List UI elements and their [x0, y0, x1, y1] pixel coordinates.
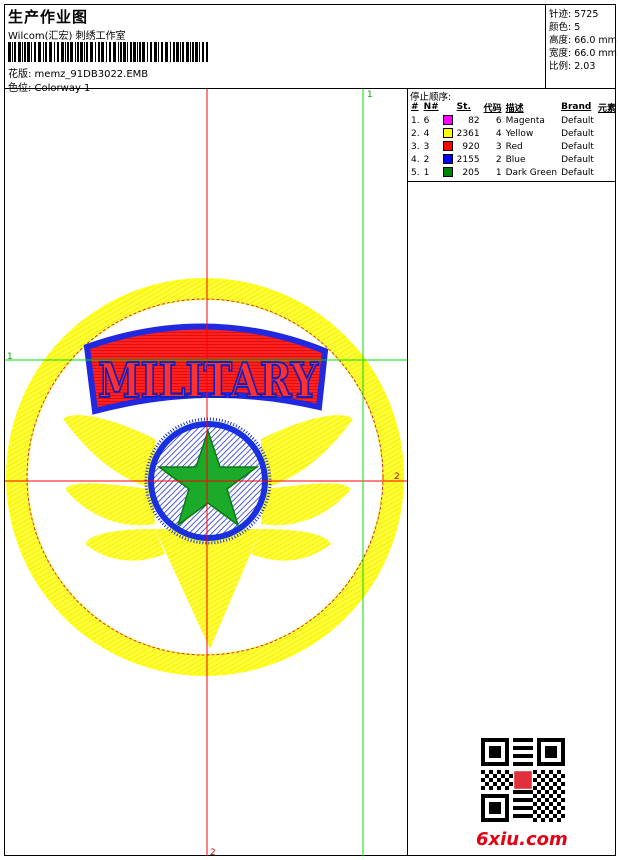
row-swatch [441, 166, 455, 179]
panel-divider [408, 181, 616, 182]
row-needle: 2 [423, 154, 430, 165]
row-stitches: 82 [468, 115, 480, 126]
row-brand: Default [561, 141, 594, 152]
row-brand: Default [561, 167, 594, 178]
guide-label-v1: 1 [367, 90, 373, 100]
row-num: 5. [411, 167, 420, 178]
col-header: N# [423, 102, 439, 112]
col-header: St. [456, 102, 471, 112]
row-needle: 4 [423, 128, 430, 139]
row-brand: Default [561, 115, 594, 126]
row-brand: Default [561, 128, 594, 139]
col-header: 元素 [597, 103, 616, 114]
row-stitches: 2361 [456, 128, 480, 139]
row-num: 4. [411, 154, 420, 165]
qr-code [481, 738, 565, 822]
row-needle: 6 [423, 115, 430, 126]
company-name: Wilcom(汇宏) 刺绣工作室 [8, 31, 126, 42]
table-row: 5. 1 205 1 Dark Green Default [409, 166, 618, 179]
table-row: 1. 6 82 6 Magenta Default [409, 114, 618, 127]
row-code: 3 [495, 141, 502, 152]
row-desc: Magenta [505, 115, 545, 126]
row-swatch [441, 127, 455, 140]
color-swatch [442, 115, 453, 126]
stat-stitches: 针迹: 5725 [549, 9, 599, 20]
design-file: 花版: memz_91DB3022.EMB [8, 69, 149, 80]
row-stitches: 205 [462, 167, 480, 178]
stat-colors: 颜色: 5 [549, 22, 581, 33]
column-divider [407, 88, 408, 856]
guide-label-h1: 1 [7, 352, 13, 362]
row-code: 2 [495, 154, 502, 165]
table-header: # N# St. 代码 描述 Brand 元素 [409, 100, 618, 114]
row-code: 4 [495, 128, 502, 139]
col-header: # [411, 102, 419, 112]
row-swatch [441, 114, 455, 127]
color-swatch [442, 141, 453, 152]
watermark-brand: 6xiu.com [476, 829, 568, 850]
guide-label-v2: 2 [210, 848, 216, 856]
guide-label-h2: 2 [394, 472, 400, 482]
row-desc: Yellow [505, 128, 534, 139]
color-swatch [442, 128, 453, 139]
row-swatch [441, 140, 455, 153]
col-header: 代码 [483, 103, 502, 114]
color-swatch [442, 154, 453, 165]
header-info: 生产作业图 Wilcom(汇宏) 刺绣工作室 花版: memz_91DB3022… [5, 5, 545, 94]
row-needle: 1 [423, 167, 430, 178]
col-header: 描述 [505, 103, 524, 114]
row-num: 2. [411, 128, 420, 139]
row-stitches: 2155 [456, 154, 480, 165]
row-desc: Red [505, 141, 523, 152]
row-code: 6 [495, 115, 502, 126]
page-title: 生产作业图 [8, 8, 89, 26]
stats-panel: 针迹: 5725 颜色: 5 高度: 66.0 mm 宽度: 66.0 mm 比… [545, 5, 617, 88]
stat-width: 宽度: 66.0 mm [549, 48, 617, 59]
table-row: 2. 4 2361 4 Yellow Default [409, 127, 618, 140]
row-stitches: 920 [462, 141, 480, 152]
row-needle: 3 [423, 141, 430, 152]
table-row: 3. 3 920 3 Red Default [409, 140, 618, 153]
col-header: Brand [561, 102, 592, 112]
row-swatch [441, 153, 455, 166]
col-header [441, 100, 455, 114]
barcode [8, 42, 208, 62]
table-row: 4. 2 2155 2 Blue Default [409, 153, 618, 166]
stop-sequence-table: # N# St. 代码 描述 Brand 元素 1. 6 82 6 Magenta Def… [409, 100, 618, 179]
military-text: MILITARY [98, 353, 319, 409]
stat-scale: 比例: 2.03 [549, 61, 596, 72]
seal-stamp [514, 771, 532, 789]
stat-height: 高度: 66.0 mm [549, 35, 617, 46]
row-num: 1. [411, 115, 420, 126]
row-desc: Blue [505, 154, 526, 165]
color-swatch [442, 167, 453, 178]
wing-tail [155, 529, 261, 649]
row-num: 3. [411, 141, 420, 152]
embroidery-canvas: MILITARY 1 1 2 2 [5, 89, 407, 856]
row-code: 1 [495, 167, 502, 178]
row-brand: Default [561, 154, 594, 165]
row-desc: Dark Green [505, 167, 558, 178]
